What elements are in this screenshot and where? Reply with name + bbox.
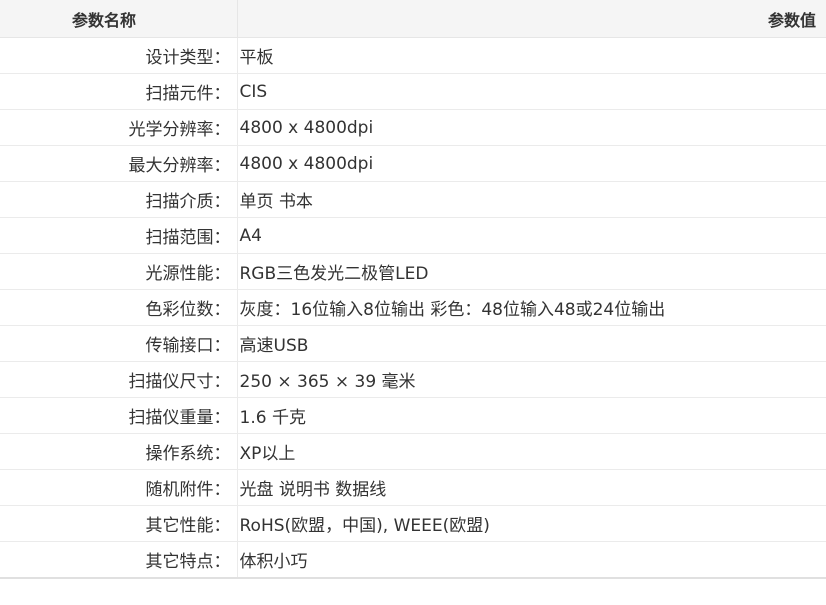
param-name: 最大分辨率： — [0, 145, 238, 182]
param-value: RoHS(欧盟，中国), WEEE(欧盟) — [237, 505, 826, 542]
param-name: 扫描介质： — [0, 181, 238, 218]
param-name: 扫描元件： — [0, 73, 238, 110]
param-name: 扫描仪重量： — [0, 397, 238, 434]
param-value: RGB三色发光二极管LED — [237, 253, 826, 290]
table-row: 扫描介质： 单页 书本 — [0, 181, 826, 218]
param-value: 灰度：16位输入8位输出 彩色：48位输入48或24位输出 — [237, 289, 826, 326]
table-row: 扫描元件： CIS — [0, 73, 826, 110]
param-value: 250 × 365 × 39 毫米 — [237, 361, 826, 398]
table-row: 色彩位数： 灰度：16位输入8位输出 彩色：48位输入48或24位输出 — [0, 289, 826, 326]
param-value: 单页 书本 — [237, 181, 826, 218]
param-value: A4 — [237, 217, 826, 254]
param-name: 光学分辨率： — [0, 109, 238, 146]
spec-table: 参数名称 参数值 设计类型： 平板 扫描元件： CIS 光学分辨率： 4800 … — [0, 0, 826, 579]
param-value: 4800 x 4800dpi — [237, 109, 826, 146]
table-row: 设计类型： 平板 — [0, 37, 826, 74]
param-value: CIS — [237, 73, 826, 110]
table-header-row: 参数名称 参数值 — [0, 0, 826, 38]
param-name: 其它性能： — [0, 505, 238, 542]
param-name: 扫描仪尺寸： — [0, 361, 238, 398]
param-name: 随机附件： — [0, 469, 238, 506]
param-value: 1.6 千克 — [237, 397, 826, 434]
param-name: 扫描范围： — [0, 217, 238, 254]
param-value: 高速USB — [237, 325, 826, 362]
table-row: 其它特点： 体积小巧 — [0, 541, 826, 579]
table-row: 光源性能： RGB三色发光二极管LED — [0, 253, 826, 290]
table-row: 传输接口： 高速USB — [0, 325, 826, 362]
param-value: 4800 x 4800dpi — [237, 145, 826, 182]
table-row: 操作系统： XP以上 — [0, 433, 826, 470]
table-row: 随机附件： 光盘 说明书 数据线 — [0, 469, 826, 506]
param-name: 设计类型： — [0, 37, 238, 74]
param-name: 传输接口： — [0, 325, 238, 362]
table-row: 其它性能： RoHS(欧盟，中国), WEEE(欧盟) — [0, 505, 826, 542]
table-row: 光学分辨率： 4800 x 4800dpi — [0, 109, 826, 146]
param-value: XP以上 — [237, 433, 826, 470]
param-name: 光源性能： — [0, 253, 238, 290]
table-row: 扫描仪重量： 1.6 千克 — [0, 397, 826, 434]
header-param-name: 参数名称 — [0, 0, 238, 38]
table-row: 扫描范围： A4 — [0, 217, 826, 254]
table-row: 最大分辨率： 4800 x 4800dpi — [0, 145, 826, 182]
param-value: 体积小巧 — [237, 541, 826, 579]
param-name: 其它特点： — [0, 541, 238, 579]
param-name: 操作系统： — [0, 433, 238, 470]
param-value: 平板 — [237, 37, 826, 74]
header-param-value: 参数值 — [237, 0, 826, 38]
table-row: 扫描仪尺寸： 250 × 365 × 39 毫米 — [0, 361, 826, 398]
param-name: 色彩位数： — [0, 289, 238, 326]
param-value: 光盘 说明书 数据线 — [237, 469, 826, 506]
